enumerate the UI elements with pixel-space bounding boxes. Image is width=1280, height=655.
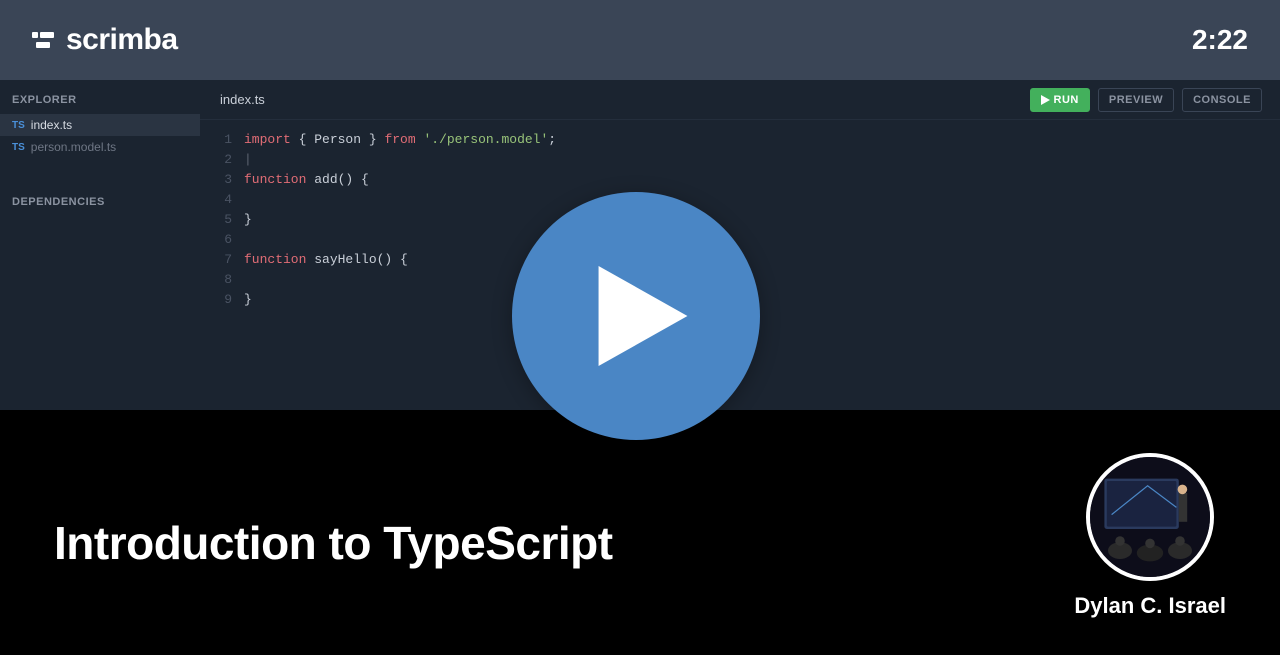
play-icon [598,266,688,366]
dependencies-heading: DEPENDENCIES [0,182,200,216]
file-name: person.model.ts [31,140,116,154]
scrimba-logo-icon [32,28,56,52]
ts-badge-icon: TS [12,120,25,131]
play-icon [1041,95,1050,105]
code-content: import { Person } from './person.model';… [244,130,1280,410]
file-item-index[interactable]: TS index.ts [0,114,200,136]
explorer-heading: EXPLORER [0,80,200,114]
avatar-image-icon [1090,457,1210,577]
sidebar: EXPLORER TS index.ts TS person.model.ts … [0,80,200,410]
console-button[interactable]: CONSOLE [1182,88,1262,112]
course-title: Introduction to TypeScript [54,516,613,570]
author-name: Dylan C. Israel [1074,593,1226,619]
author-block: Dylan C. Israel [1074,453,1226,619]
editor-toolbar: index.ts RUN PREVIEW CONSOLE [200,80,1280,120]
editor-tab[interactable]: index.ts [200,80,285,119]
video-timer: 2:22 [1192,24,1248,56]
play-button[interactable] [512,192,760,440]
run-button[interactable]: RUN [1030,88,1090,112]
file-name: index.ts [31,118,72,132]
run-label: RUN [1054,94,1079,106]
top-bar: scrimba 2:22 [0,0,1280,80]
line-gutter: 1 2 3 4 5 6 7 8 9 [200,130,244,410]
file-item-person-model[interactable]: TS person.model.ts [0,136,200,158]
brand-name: scrimba [66,23,178,57]
cursor-icon: | [244,152,252,167]
author-avatar[interactable] [1086,453,1214,581]
preview-button[interactable]: PREVIEW [1098,88,1174,112]
brand-logo[interactable]: scrimba [32,23,178,57]
footer: Introduction to TypeScript [0,410,1280,655]
editor-actions: RUN PREVIEW CONSOLE [1030,88,1262,112]
ts-badge-icon: TS [12,142,25,153]
